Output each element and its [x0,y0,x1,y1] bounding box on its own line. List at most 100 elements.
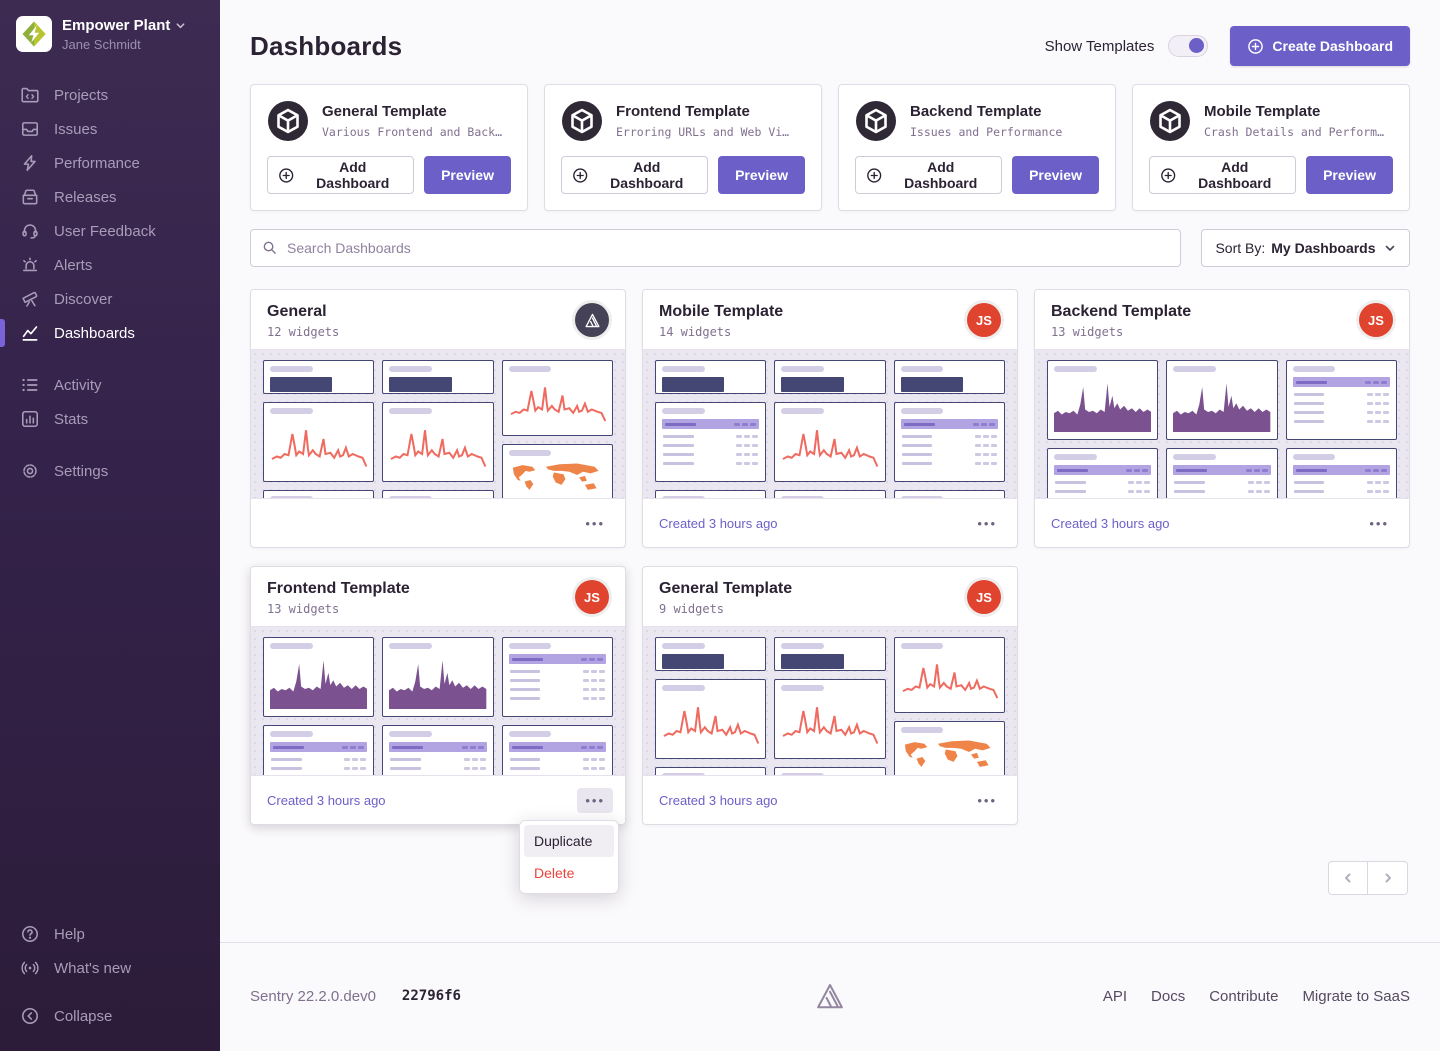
dashboard-card-general-template[interactable]: General Template9 widgetsJSCreated 3 hou… [642,566,1018,825]
sidebar-item-discover[interactable]: Discover [0,282,220,316]
dashboard-card-backend-template[interactable]: Backend Template13 widgetsJSCreated 3 ho… [1034,289,1410,548]
dashboard-context-menu-button[interactable]: ••• [969,511,1005,536]
preview-button[interactable]: Preview [424,156,511,194]
widget-preview-bignumber [894,360,1005,394]
widget-preview-area [382,637,493,717]
create-dashboard-label: Create Dashboard [1272,38,1393,54]
sidebar-item-projects[interactable]: Projects [0,78,220,112]
org-logo [16,16,52,52]
sentry-avatar [575,303,609,337]
widget-preview-line [382,402,493,482]
plus-circle-icon [1160,167,1176,184]
sort-by-value: My Dashboards [1271,240,1375,256]
sidebar-item-performance[interactable]: Performance [0,146,220,180]
preview-label: Preview [1323,167,1376,183]
template-title: Frontend Template [616,103,789,120]
widget-preview-bignumber [655,637,766,671]
add-dashboard-button[interactable]: Add Dashboard [1149,156,1296,194]
add-dashboard-button[interactable]: Add Dashboard [267,156,414,194]
search-icon [262,240,277,255]
preview-button[interactable]: Preview [1012,156,1099,194]
sidebar-item-settings[interactable]: Settings [0,454,220,488]
preview-label: Preview [1029,167,1082,183]
sidebar-item-label: Performance [54,155,140,172]
activity-icon [20,375,40,395]
template-title: General Template [322,103,502,120]
dashboard-template-icon [267,100,309,142]
create-dashboard-button[interactable]: Create Dashboard [1230,26,1410,66]
sidebar-item-label: Help [54,926,85,943]
dashboard-template-icon [561,100,603,142]
dashboard-context-menu-button[interactable]: ••• [969,788,1005,813]
sidebar-item-collapse[interactable]: Collapse [0,999,220,1033]
sentry-logo-icon [815,981,845,1011]
dashboards-grid: General12 widgets•••Mobile Template14 wi… [250,289,1410,825]
dashboard-card-mobile-template[interactable]: Mobile Template14 widgetsJSCreated 3 hou… [642,289,1018,548]
sidebar-nav-primary: ProjectsIssues Performance Releases User Fe… [0,78,220,350]
context-menu: DuplicateDelete [519,820,619,894]
show-templates-toggle[interactable] [1168,35,1208,57]
projects-icon [20,85,40,105]
dashboard-preview [1035,349,1409,499]
sidebar-item-dashboards[interactable]: Dashboards [0,316,220,350]
sidebar-item-activity[interactable]: Activity [0,368,220,402]
widget-preview-line [655,679,766,759]
sidebar-item-what-s-new[interactable]: What's new [0,951,220,985]
add-dashboard-button[interactable]: Add Dashboard [561,156,708,194]
footer-build-hash[interactable]: 22796f6 [402,988,461,1004]
sidebar-item-help[interactable]: Help [0,917,220,951]
add-dashboard-button[interactable]: Add Dashboard [855,156,1002,194]
sort-by-dropdown[interactable]: Sort By: My Dashboards [1201,229,1410,267]
preview-button[interactable]: Preview [1306,156,1393,194]
sidebar-item-label: Dashboards [54,325,135,342]
preview-label: Preview [441,167,494,183]
widget-preview-bignumber [263,360,374,394]
user-avatar: JS [967,580,1001,614]
dashboard-context-menu-button[interactable]: ••• [1361,511,1397,536]
toggle-knob [1189,38,1204,53]
plus-circle-icon [866,167,882,184]
sidebar-item-releases[interactable]: Releases [0,180,220,214]
widget-preview-area [1166,360,1277,440]
footer-link-api[interactable]: API [1103,988,1127,1005]
alerts-icon [20,255,40,275]
preview-button[interactable]: Preview [718,156,805,194]
footer: Sentry 22.2.0.dev0 22796f6 APIDocsContri… [220,942,1440,1051]
dashboard-widget-count: 13 widgets [1051,325,1191,339]
sidebar-item-issues[interactable]: Issues [0,112,220,146]
widget-preview-table [382,725,493,776]
dashboard-preview [643,349,1017,499]
dashboard-card-general[interactable]: General12 widgets••• [250,289,626,548]
dashboard-template-icon [855,100,897,142]
pagination [1328,861,1408,895]
chevron-down-icon [175,20,186,31]
dashboard-context-menu-button[interactable]: ••• [577,788,613,813]
user-name: Jane Schmidt [62,37,186,52]
widget-preview-table [382,490,493,499]
dashboard-card-frontend-template[interactable]: Frontend Template13 widgetsJSCreated 3 h… [250,566,626,825]
template-card-frontend-template: Frontend TemplateErroring URLs and Web V… [544,84,822,211]
sidebar-item-label: User Feedback [54,223,156,240]
footer-link-contribute[interactable]: Contribute [1209,988,1278,1005]
next-page-button[interactable] [1368,861,1408,895]
sidebar-item-user-feedback[interactable]: User Feedback [0,214,220,248]
sidebar-nav-secondary: ActivityStats [0,368,220,436]
sidebar-item-alerts[interactable]: Alerts [0,248,220,282]
dashboards-icon [20,323,40,343]
footer-link-docs[interactable]: Docs [1151,988,1185,1005]
previous-page-button[interactable] [1328,861,1368,895]
dashboard-widget-count: 13 widgets [267,602,410,616]
widget-preview-table [655,767,766,776]
sidebar-item-label: What's new [54,960,131,977]
dashboard-widget-count: 9 widgets [659,602,792,616]
context-menu-item-delete[interactable]: Delete [524,857,614,889]
org-switcher[interactable]: Empower Plant Jane Schmidt [0,16,220,52]
dashboard-context-menu-button[interactable]: ••• [577,511,613,536]
performance-icon [20,153,40,173]
sidebar-item-stats[interactable]: Stats [0,402,220,436]
footer-link-migrate-to-saas[interactable]: Migrate to SaaS [1302,988,1410,1005]
template-cards-row: General TemplateVarious Frontend and Bac… [250,84,1410,211]
context-menu-item-duplicate[interactable]: Duplicate [524,825,614,857]
search-input[interactable] [250,229,1181,267]
widget-preview-bignumber [655,360,766,394]
